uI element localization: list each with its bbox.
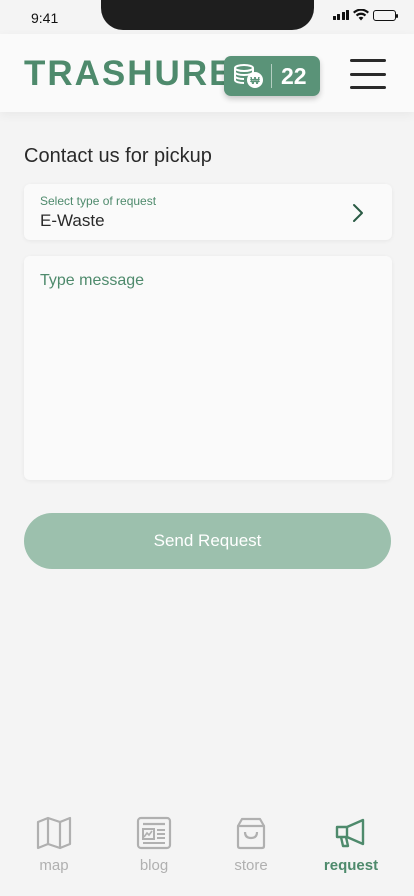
status-bar: 9:41: [0, 0, 414, 34]
svg-text:₩: ₩: [250, 76, 260, 87]
points-value: 22: [281, 62, 307, 89]
nav-label-store: store: [234, 857, 268, 874]
bottom-nav: map blog store request: [0, 806, 414, 896]
shopping-bag-icon: [236, 817, 266, 850]
request-type-select[interactable]: Select type of request E-Waste: [24, 184, 392, 240]
nav-item-store[interactable]: store: [211, 806, 291, 886]
chevron-right-icon: [353, 204, 363, 222]
request-type-value: E-Waste: [40, 211, 105, 230]
hamburger-menu-icon[interactable]: [350, 59, 386, 89]
battery-icon: [373, 9, 398, 21]
page-title: Contact us for pickup: [24, 145, 212, 167]
app-header: TRASHURE ₩ 22: [0, 34, 414, 112]
device-notch: [101, 0, 314, 30]
newspaper-icon: [136, 816, 172, 850]
badge-divider: [271, 64, 272, 88]
coin-stack-icon: ₩: [233, 62, 265, 90]
megaphone-icon: [335, 818, 365, 848]
nav-item-map[interactable]: map: [14, 806, 94, 886]
wifi-icon: [353, 9, 369, 21]
cellular-signal-icon: [332, 10, 349, 20]
nav-label-request: request: [323, 857, 379, 874]
app-logo: TRASHURE: [24, 54, 235, 93]
nav-item-blog[interactable]: blog: [114, 806, 194, 886]
points-badge[interactable]: ₩ 22: [224, 56, 320, 96]
status-time: 9:41: [31, 10, 59, 26]
nav-item-request[interactable]: request: [311, 806, 391, 886]
map-icon: [36, 816, 72, 850]
system-icons: [332, 9, 398, 21]
message-input[interactable]: [24, 256, 392, 480]
request-type-label: Select type of request: [40, 194, 157, 208]
nav-label-blog: blog: [139, 857, 169, 874]
nav-label-map: map: [39, 857, 69, 874]
send-request-button[interactable]: Send Request: [24, 513, 391, 569]
